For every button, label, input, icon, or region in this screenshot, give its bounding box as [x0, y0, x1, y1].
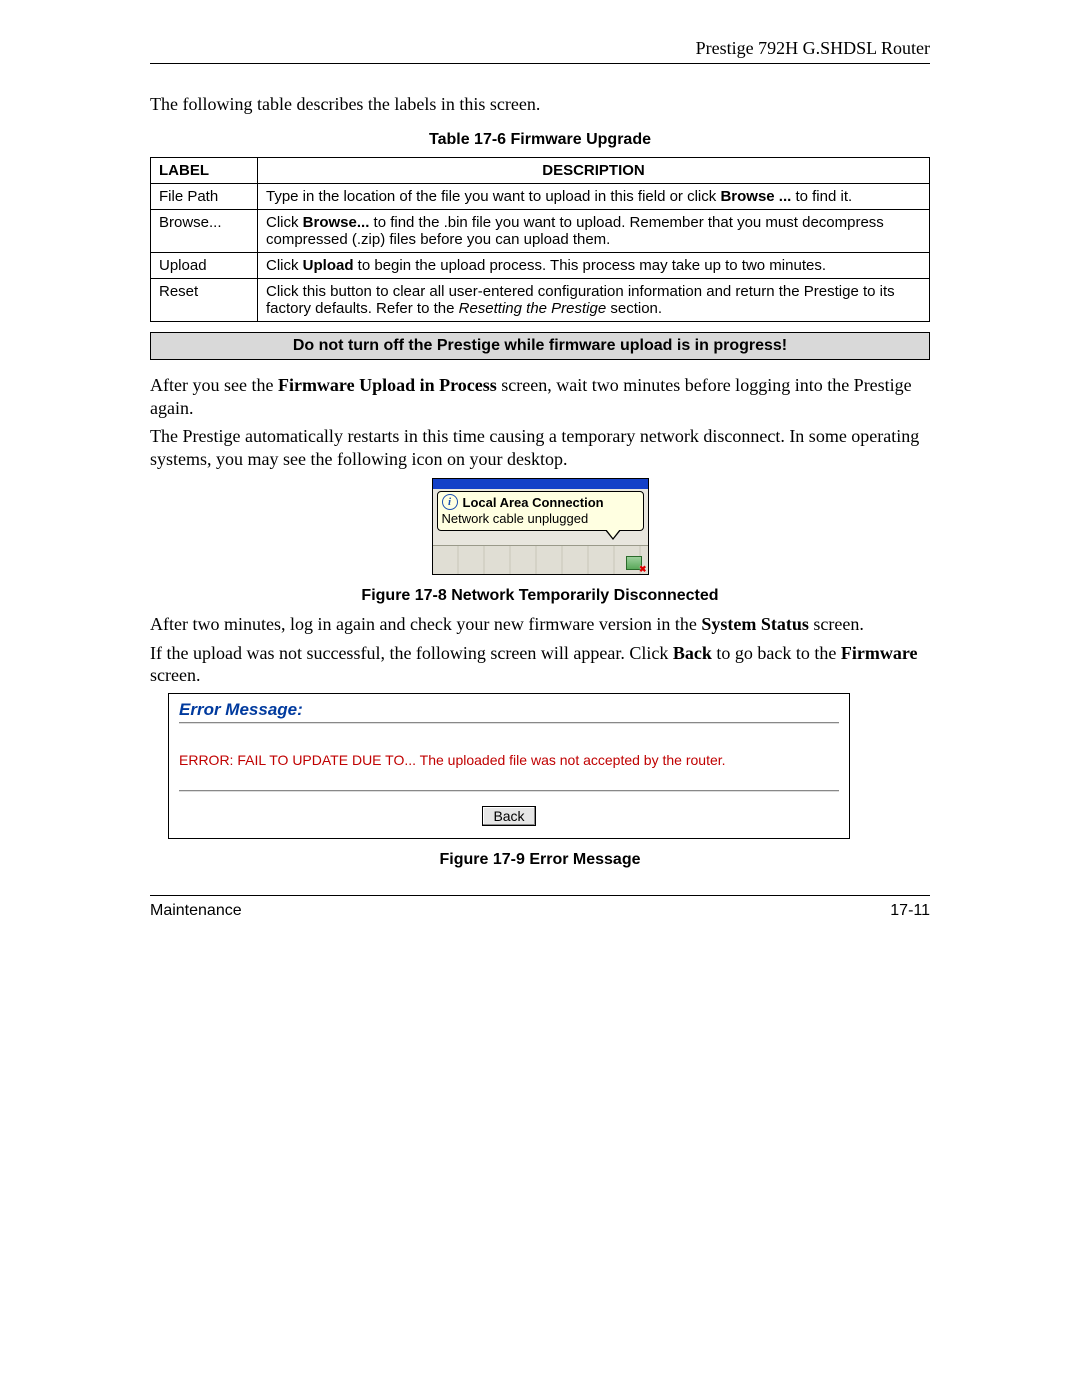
notification-balloon: i Local Area Connection Network cable un…: [437, 491, 644, 531]
paragraph: After two minutes, log in again and chec…: [150, 613, 930, 636]
network-disconnected-figure: i Local Area Connection Network cable un…: [432, 478, 649, 575]
row-label: File Path: [151, 184, 258, 210]
balloon-subtext: Network cable unplugged: [442, 511, 639, 526]
table-caption: Table 17-6 Firmware Upgrade: [150, 131, 930, 149]
paragraph: If the upload was not successful, the fo…: [150, 642, 930, 687]
network-tray-icon: [626, 556, 642, 570]
table-row: File Path Type in the location of the fi…: [151, 184, 930, 210]
paragraph: The Prestige automatically restarts in t…: [150, 425, 930, 470]
table-header-row: LABEL DESCRIPTION: [151, 158, 930, 184]
window-titlebar: [433, 479, 648, 489]
info-icon: i: [442, 494, 458, 510]
product-title: Prestige 792H G.SHDSL Router: [696, 38, 930, 58]
row-desc: Click Browse... to find the .bin file yo…: [258, 210, 930, 253]
row-label: Reset: [151, 279, 258, 322]
page-footer: Maintenance 17-11: [150, 895, 930, 920]
figure-caption: Figure 17-9 Error Message: [150, 851, 930, 869]
taskbar: [433, 545, 648, 574]
intro-text: The following table describes the labels…: [150, 94, 930, 115]
row-label: Browse...: [151, 210, 258, 253]
paragraph: After you see the Firmware Upload in Pro…: [150, 374, 930, 419]
table-row: Reset Click this button to clear all use…: [151, 279, 930, 322]
firmware-upgrade-table: LABEL DESCRIPTION File Path Type in the …: [150, 157, 930, 322]
balloon-title: Local Area Connection: [463, 495, 604, 510]
row-label: Upload: [151, 253, 258, 279]
back-button[interactable]: Back: [482, 806, 535, 826]
error-text: ERROR: FAIL TO UPDATE DUE TO... The uplo…: [169, 724, 849, 790]
row-desc: Type in the location of the file you wan…: [258, 184, 930, 210]
row-desc: Click Upload to begin the upload process…: [258, 253, 930, 279]
error-heading: Error Message:: [169, 694, 849, 722]
table-row: Browse... Click Browse... to find the .b…: [151, 210, 930, 253]
col-description: DESCRIPTION: [258, 158, 930, 184]
page-header: Prestige 792H G.SHDSL Router: [150, 38, 930, 64]
col-label: LABEL: [151, 158, 258, 184]
row-desc: Click this button to clear all user-ente…: [258, 279, 930, 322]
footer-section: Maintenance: [150, 902, 242, 920]
error-message-figure: Error Message: ERROR: FAIL TO UPDATE DUE…: [168, 693, 850, 839]
footer-page-number: 17-11: [890, 902, 930, 920]
warning-banner: Do not turn off the Prestige while firmw…: [150, 332, 930, 360]
figure-caption: Figure 17-8 Network Temporarily Disconne…: [150, 587, 930, 605]
table-row: Upload Click Upload to begin the upload …: [151, 253, 930, 279]
